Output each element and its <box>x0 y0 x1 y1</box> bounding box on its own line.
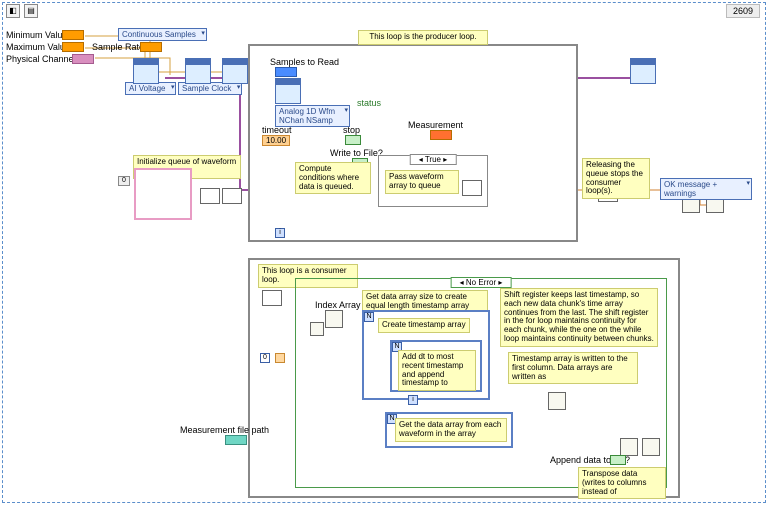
const-zero[interactable]: 0 <box>260 353 270 363</box>
vi-daqmx-timing[interactable] <box>185 58 211 84</box>
terminal-file-path[interactable] <box>225 435 247 445</box>
const-append-true[interactable] <box>610 455 626 465</box>
note-shift-register: Shift register keeps last timestamp, so … <box>500 288 658 347</box>
label-meas-file-path: Measurement file path <box>180 425 269 435</box>
toolbar-btn-2[interactable]: ▤ <box>24 4 38 18</box>
dequeue-element[interactable] <box>262 290 282 306</box>
note-transpose: Transpose data (writes to columns instea… <box>578 467 666 499</box>
toolbar-btn-1[interactable]: ◧ <box>6 4 20 18</box>
terminal-stop[interactable] <box>345 135 361 145</box>
const-timeout[interactable]: 10.00 <box>262 135 290 146</box>
loop-iteration-inner: i <box>408 395 418 405</box>
vi-write-file[interactable] <box>642 438 660 456</box>
ring-read-mode[interactable]: Analog 1D Wfm NChan NSamp <box>275 105 350 127</box>
label-write-to-file: Write to File? <box>330 148 383 158</box>
obtain-queue-2[interactable] <box>222 188 242 204</box>
label-index-array: Index Array <box>315 300 361 310</box>
note-producer-title: This loop is the producer loop. <box>358 30 488 45</box>
label-sample-rate: Sample Rate <box>92 42 144 52</box>
terminal-sample-rate[interactable] <box>140 42 162 52</box>
enqueue-element[interactable] <box>462 180 482 196</box>
array-index-const[interactable]: 0 <box>118 176 130 186</box>
waveform-const[interactable] <box>134 168 192 220</box>
note-pass-waveform: Pass waveform array to queue <box>385 170 459 194</box>
vi-transpose[interactable] <box>620 438 638 456</box>
label-measurement: Measurement <box>408 120 463 130</box>
vi-waveform-components[interactable] <box>310 322 324 336</box>
terminal-max-value[interactable] <box>62 42 84 52</box>
note-add-dt: Add dt to most recent timestamp and appe… <box>398 350 476 391</box>
terminal-min-value[interactable] <box>62 30 84 40</box>
shift-register-left <box>275 353 285 363</box>
vi-index-array[interactable] <box>325 310 343 328</box>
vi-build-array[interactable] <box>548 392 566 410</box>
vi-daqmx-create-chan[interactable] <box>133 58 159 84</box>
indicator-measurement[interactable] <box>430 130 452 140</box>
label-timeout: timeout <box>262 125 292 135</box>
label-max-value: Maximum Value <box>6 42 70 52</box>
ring-continuous-samples[interactable]: Continuous Samples <box>118 28 207 41</box>
case-selector-noerror[interactable]: No Error <box>451 277 512 288</box>
terminal-phys-chan[interactable] <box>72 54 94 64</box>
loop-iteration-producer: i <box>275 228 285 238</box>
note-release-queue: Releasing the queue stops the consumer l… <box>582 158 650 199</box>
vi-daqmx-start[interactable] <box>222 58 248 84</box>
vi-daqmx-clear[interactable] <box>630 58 656 84</box>
note-ts-written: Timestamp array is written to the first … <box>508 352 638 384</box>
note-get-data: Get the data array from each waveform in… <box>395 418 507 442</box>
note-compute-cond: Compute conditions where data is queued. <box>295 162 371 194</box>
label-samples-to-read: Samples to Read <box>270 57 339 67</box>
case-selector-true[interactable]: True <box>410 154 457 165</box>
for-n-terminal-1: N <box>364 312 374 322</box>
note-create-ts: Create timestamp array <box>378 318 470 333</box>
label-status: status <box>357 98 381 108</box>
page-number: 2609 <box>726 4 760 18</box>
label-phys-chan: Physical Channel <box>6 54 76 64</box>
producer-while-loop[interactable] <box>248 44 578 242</box>
toolbar: ◧ ▤ <box>6 4 38 18</box>
label-min-value: Minimum Value <box>6 30 67 40</box>
obtain-queue[interactable] <box>200 188 220 204</box>
vi-daqmx-read[interactable] <box>275 78 301 104</box>
label-stop: stop <box>343 125 360 135</box>
ring-ok-message[interactable]: OK message + warnings <box>660 178 752 200</box>
terminal-samples-to-read[interactable] <box>275 67 297 77</box>
